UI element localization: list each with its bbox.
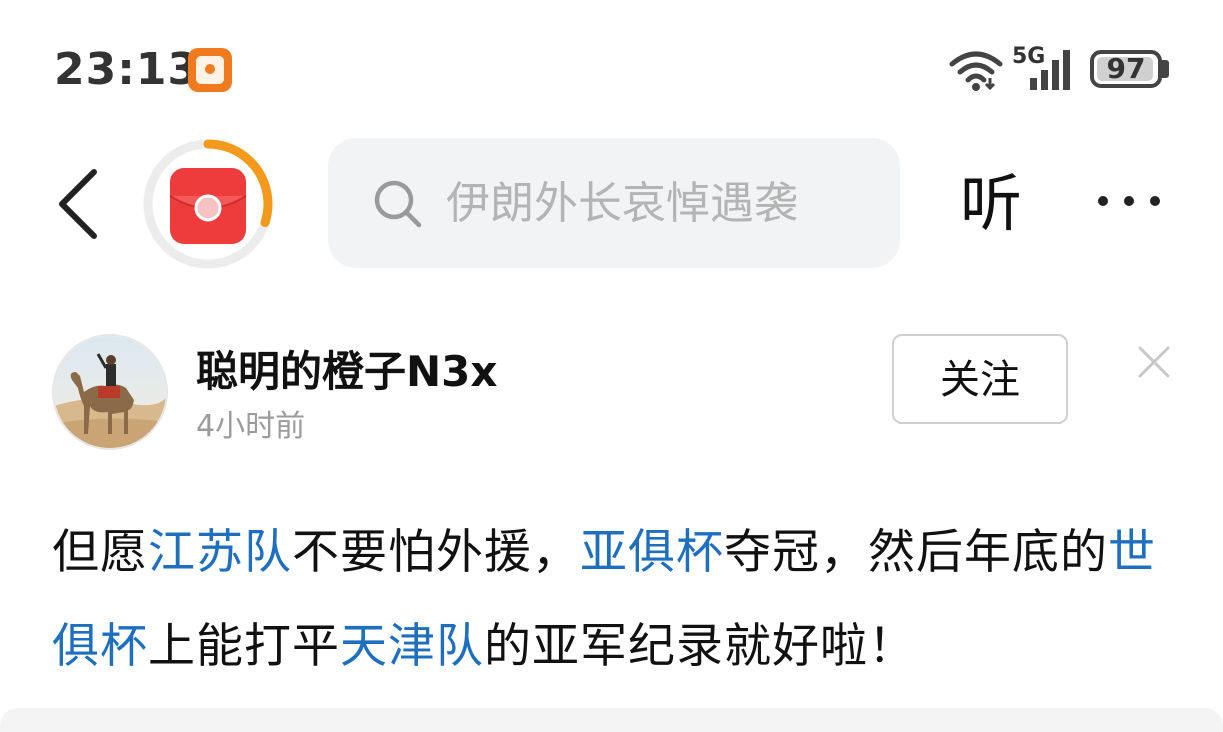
post-text: 但愿 xyxy=(52,525,148,580)
avatar-camel-desert-icon xyxy=(54,336,166,448)
red-envelope-icon[interactable] xyxy=(142,138,274,270)
close-icon[interactable] xyxy=(1134,342,1174,382)
post-content: 但愿江苏队不要怕外援，亚俱杯夺冠，然后年底的世俱杯上能打平天津队的亚军纪录就好啦… xyxy=(52,506,1182,694)
red-envelope-notification-icon xyxy=(188,48,232,92)
follow-button[interactable]: 关注 xyxy=(892,334,1068,424)
wifi-icon xyxy=(949,51,1003,91)
battery-percent: 97 xyxy=(1106,52,1146,85)
more-dots-icon[interactable] xyxy=(1094,186,1166,216)
author-name[interactable]: 聪明的橙子N3x xyxy=(196,344,497,400)
topic-link[interactable]: 江苏队 xyxy=(148,525,292,580)
bottom-panel xyxy=(0,708,1223,732)
status-time: 23:13 xyxy=(54,44,200,95)
search-icon xyxy=(374,180,422,228)
post-time: 4小时前 xyxy=(196,409,306,444)
signal-icon xyxy=(1030,50,1070,90)
avatar[interactable] xyxy=(52,334,168,450)
post-text: 的亚军纪录就好啦！ xyxy=(484,619,916,674)
chevron-left-icon[interactable] xyxy=(52,166,106,242)
battery-icon: 97 xyxy=(1090,50,1162,88)
topic-link[interactable]: 亚俱杯 xyxy=(580,525,724,580)
post-text: 上能打平 xyxy=(148,619,340,674)
topic-link[interactable]: 天津队 xyxy=(340,619,484,674)
search-bar[interactable]: 伊朗外长哀悼遇袭 xyxy=(328,138,900,268)
listen-button[interactable]: 听 xyxy=(960,166,1022,242)
post-text: 夺冠，然后年底的 xyxy=(724,525,1108,580)
search-placeholder[interactable]: 伊朗外长哀悼遇袭 xyxy=(446,174,886,234)
post-text: 不要怕外援， xyxy=(292,525,580,580)
battery-tip xyxy=(1162,60,1169,78)
